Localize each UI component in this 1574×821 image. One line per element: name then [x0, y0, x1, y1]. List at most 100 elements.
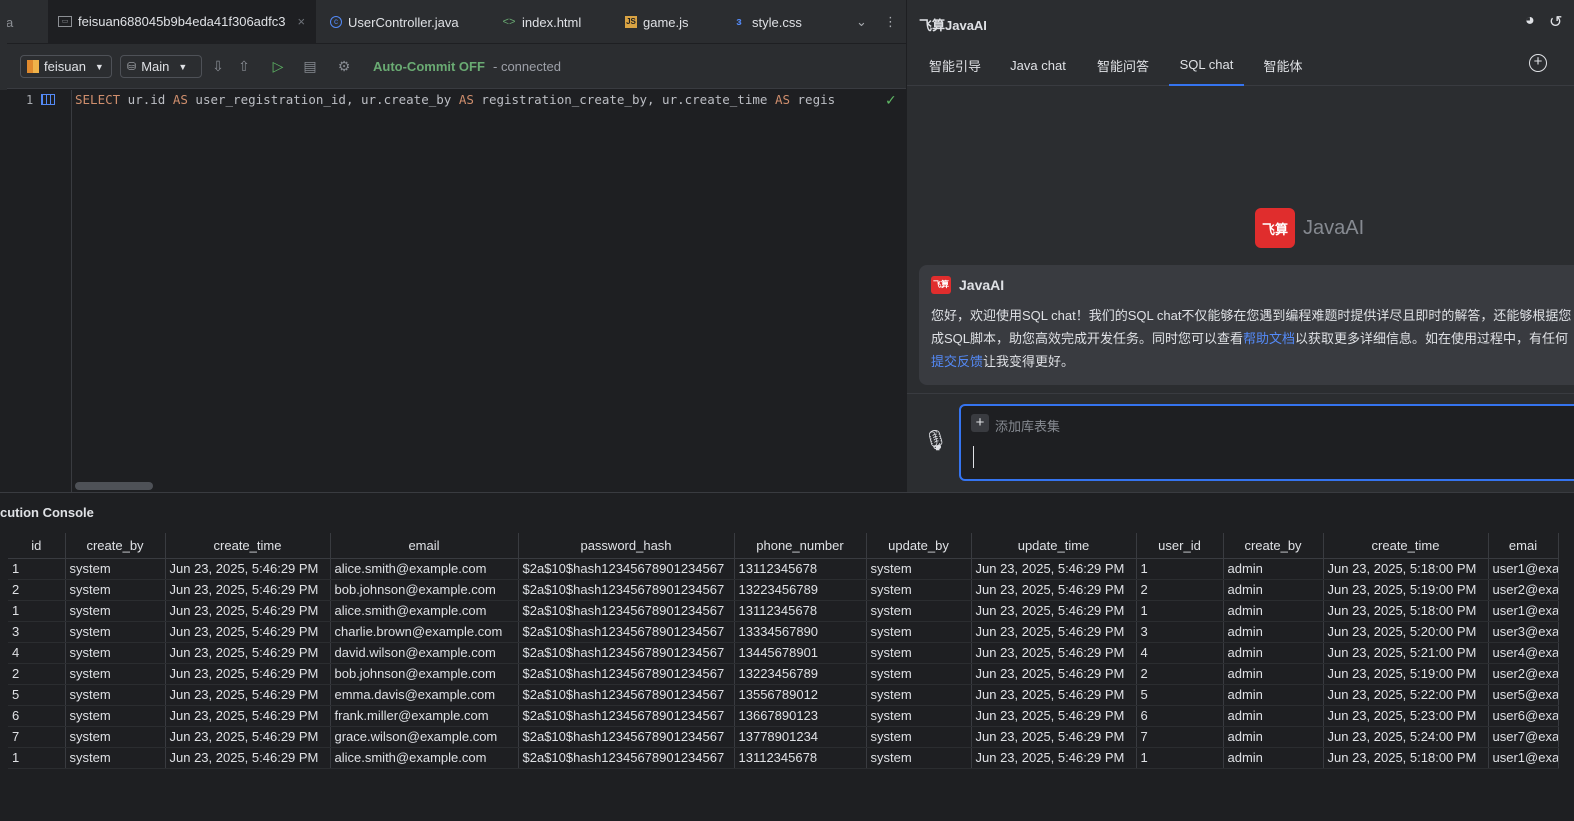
history-icon[interactable]: ↺	[1549, 12, 1562, 32]
table-cell[interactable]: 4	[1136, 642, 1224, 664]
table-cell[interactable]: user1@exam	[1488, 558, 1559, 580]
table-cell[interactable]: Jun 23, 2025, 5:22:00 PM	[1323, 684, 1489, 706]
table-cell[interactable]: Jun 23, 2025, 5:46:29 PM	[971, 642, 1137, 664]
table-cell[interactable]: admin	[1223, 558, 1324, 580]
table-cell[interactable]: Jun 23, 2025, 5:46:29 PM	[971, 579, 1137, 601]
table-cell[interactable]: 7	[8, 726, 66, 748]
table-cell[interactable]: 13778901234	[734, 726, 867, 748]
chat-input[interactable]: + 添加库表集	[959, 404, 1574, 481]
table-cell[interactable]: Jun 23, 2025, 5:46:29 PM	[165, 579, 331, 601]
table-cell[interactable]: 13223456789	[734, 579, 867, 601]
table-cell[interactable]: system	[65, 663, 166, 685]
table-cell[interactable]: $2a$10$hash12345678901234567	[518, 600, 735, 622]
more-options-icon[interactable]: ⋮	[874, 0, 902, 44]
tab-usercontroller[interactable]: c UserController.java	[320, 0, 470, 44]
table-row[interactable]: 2 system Jun 23, 2025, 5:46:29 PM bob.johns…	[8, 579, 1559, 601]
table-cell[interactable]: Jun 23, 2025, 5:46:29 PM	[165, 726, 331, 748]
table-cell[interactable]: admin	[1223, 747, 1324, 769]
table-cell[interactable]: $2a$10$hash12345678901234567	[518, 663, 735, 685]
table-cell[interactable]: 7	[1136, 726, 1224, 748]
table-cell[interactable]: frank.miller@example.com	[330, 705, 519, 727]
table-cell[interactable]: 1	[1136, 747, 1224, 769]
table-cell[interactable]: Jun 23, 2025, 5:46:29 PM	[971, 663, 1137, 685]
table-cell[interactable]: Jun 23, 2025, 5:46:29 PM	[165, 600, 331, 622]
table-cell[interactable]: admin	[1223, 600, 1324, 622]
table-cell[interactable]: Jun 23, 2025, 5:46:29 PM	[165, 684, 331, 706]
table-cell[interactable]: system	[866, 726, 972, 748]
table-row[interactable]: 3 system Jun 23, 2025, 5:46:29 PM charlie.b…	[8, 621, 1559, 643]
feedback-link[interactable]: 提交反馈	[931, 354, 983, 369]
table-cell[interactable]: user2@exam	[1488, 663, 1559, 685]
table-cell[interactable]: admin	[1223, 684, 1324, 706]
table-cell[interactable]: Jun 23, 2025, 5:46:29 PM	[165, 747, 331, 769]
explain-plan-icon[interactable]: ▤	[300, 56, 320, 76]
table-cell[interactable]: Jun 23, 2025, 5:18:00 PM	[1323, 747, 1489, 769]
schema-selector[interactable]: ⛁ Main ▼	[120, 55, 202, 78]
tab-smart-qa[interactable]: 智能问答	[1089, 44, 1157, 86]
table-cell[interactable]: Jun 23, 2025, 5:46:29 PM	[971, 684, 1137, 706]
table-cell[interactable]: system	[65, 579, 166, 601]
table-cell[interactable]: $2a$10$hash12345678901234567	[518, 642, 735, 664]
table-cell[interactable]: system	[65, 747, 166, 769]
table-row[interactable]: 7 system Jun 23, 2025, 5:46:29 PM grace.wil…	[8, 726, 1559, 748]
table-cell[interactable]: $2a$10$hash12345678901234567	[518, 558, 735, 580]
table-cell[interactable]: $2a$10$hash12345678901234567	[518, 684, 735, 706]
table-cell[interactable]: system	[866, 621, 972, 643]
table-cell[interactable]: 13334567890	[734, 621, 867, 643]
table-cell[interactable]: 6	[1136, 705, 1224, 727]
table-cell[interactable]: admin	[1223, 579, 1324, 601]
column-header[interactable]: create_by	[65, 533, 166, 559]
rollback-icon[interactable]: ⇧	[234, 56, 254, 76]
table-cell[interactable]: system	[65, 600, 166, 622]
table-cell[interactable]: 13556789012	[734, 684, 867, 706]
table-cell[interactable]: Jun 23, 2025, 5:19:00 PM	[1323, 663, 1489, 685]
table-cell[interactable]: Jun 23, 2025, 5:19:00 PM	[1323, 579, 1489, 601]
tab-sql-chat[interactable]: SQL chat	[1169, 44, 1244, 86]
table-cell[interactable]: alice.smith@example.com	[330, 747, 519, 769]
table-cell[interactable]: 5	[8, 684, 66, 706]
table-cell[interactable]: Jun 23, 2025, 5:46:29 PM	[971, 705, 1137, 727]
datasource-selector[interactable]: feisuan ▼	[20, 55, 112, 78]
table-cell[interactable]: system	[866, 579, 972, 601]
settings-icon[interactable]: ⚙	[334, 56, 354, 76]
table-cell[interactable]: system	[65, 726, 166, 748]
table-cell[interactable]: 1	[8, 600, 66, 622]
tab-index-html[interactable]: <> index.html	[492, 0, 602, 44]
table-cell[interactable]: user5@exam	[1488, 684, 1559, 706]
table-cell[interactable]: bob.johnson@example.com	[330, 579, 519, 601]
table-cell[interactable]: system	[866, 684, 972, 706]
table-cell[interactable]: admin	[1223, 642, 1324, 664]
table-cell[interactable]: user3@exam	[1488, 621, 1559, 643]
table-cell[interactable]: system	[65, 642, 166, 664]
column-header[interactable]: email	[330, 533, 519, 559]
table-cell[interactable]: 2	[1136, 663, 1224, 685]
table-cell[interactable]: $2a$10$hash12345678901234567	[518, 579, 735, 601]
table-cell[interactable]: system	[65, 684, 166, 706]
table-cell[interactable]: system	[866, 558, 972, 580]
table-cell[interactable]: 1	[8, 558, 66, 580]
table-cell[interactable]: admin	[1223, 663, 1324, 685]
column-header[interactable]: create_time	[1323, 533, 1489, 559]
table-cell[interactable]: 13667890123	[734, 705, 867, 727]
table-cell[interactable]: user6@exam	[1488, 705, 1559, 727]
table-cell[interactable]: user1@exam	[1488, 747, 1559, 769]
table-cell[interactable]: Jun 23, 2025, 5:46:29 PM	[971, 747, 1137, 769]
column-header[interactable]: update_by	[866, 533, 972, 559]
table-cell[interactable]: 1	[1136, 600, 1224, 622]
tab-agent[interactable]: 智能体	[1257, 44, 1309, 86]
table-cell[interactable]: 3	[1136, 621, 1224, 643]
column-header[interactable]: id	[8, 533, 66, 559]
table-cell[interactable]: david.wilson@example.com	[330, 642, 519, 664]
tab-smart-guide[interactable]: 智能引导	[921, 44, 989, 86]
table-cell[interactable]: system	[65, 705, 166, 727]
close-icon[interactable]: ×	[297, 14, 305, 29]
autocommit-toggle[interactable]: Auto-Commit OFF	[373, 59, 485, 74]
tab-sql-console[interactable]: ▭ feisuan688045b9b4eda41f306adfc3 ×	[48, 0, 316, 44]
table-cell[interactable]: $2a$10$hash12345678901234567	[518, 726, 735, 748]
table-cell[interactable]: Jun 23, 2025, 5:24:00 PM	[1323, 726, 1489, 748]
column-header[interactable]: phone_number	[734, 533, 867, 559]
table-cell[interactable]: system	[65, 558, 166, 580]
table-cell[interactable]: system	[866, 642, 972, 664]
tab-fragment[interactable]: a	[0, 0, 48, 44]
table-cell[interactable]: 13112345678	[734, 600, 867, 622]
